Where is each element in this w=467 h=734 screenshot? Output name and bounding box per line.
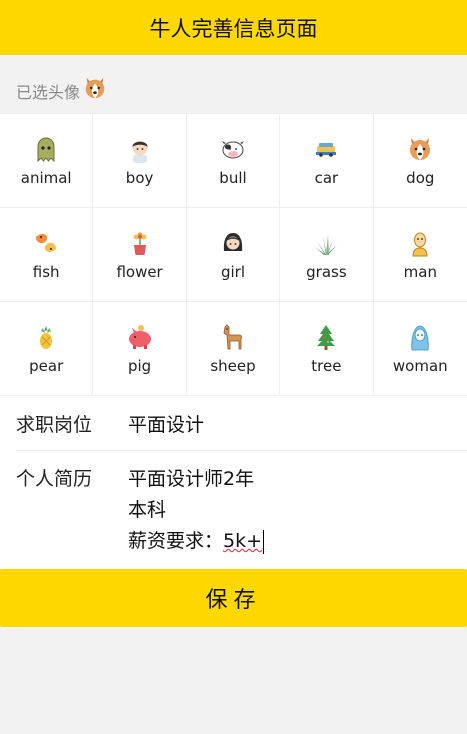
- girl-icon: [223, 232, 243, 251]
- resume-line: 薪资要求：5k+: [128, 529, 265, 554]
- selected-avatar-label: 已选头像: [16, 83, 81, 102]
- spellcheck-text: 5k+: [223, 530, 263, 552]
- avatar-option-dog[interactable]: dog: [373, 114, 467, 208]
- man-icon: [412, 232, 428, 256]
- llama-icon: [223, 323, 242, 349]
- ghost-icon: [37, 136, 55, 162]
- boy-icon: [132, 140, 148, 163]
- tree-icon: [317, 324, 336, 350]
- resume-row: 个人简历 平面设计师2年 本科 薪资要求：5k+: [16, 451, 467, 569]
- text-cursor: [263, 529, 265, 554]
- piggy-bank-icon: [128, 324, 151, 349]
- avatar-option-animal[interactable]: animal: [0, 114, 94, 208]
- avatar-option-grass[interactable]: grass: [280, 208, 374, 302]
- avatar-option-pear[interactable]: pear: [0, 302, 94, 396]
- avatar-option-woman[interactable]: woman: [373, 302, 467, 396]
- avatar-option-sheep[interactable]: sheep: [186, 302, 281, 396]
- selected-avatar-bar: 已选头像: [0, 55, 467, 113]
- avatar-option-bull[interactable]: bull: [186, 114, 281, 208]
- resume-label: 个人简历: [16, 468, 93, 490]
- avatar-option-tree[interactable]: tree: [280, 302, 374, 396]
- job-row: 求职岗位 平面设计: [16, 396, 467, 451]
- dog-icon: [85, 77, 105, 99]
- avatar-option-girl[interactable]: girl: [186, 208, 281, 302]
- cow-icon: [221, 140, 244, 158]
- avatar-option-car[interactable]: car: [280, 114, 374, 208]
- save-button[interactable]: 保存: [0, 569, 467, 627]
- resume-textarea[interactable]: 平面设计师2年 本科 薪资要求：5k+: [128, 464, 265, 569]
- pineapple-icon: [40, 325, 53, 349]
- profile-form: 求职岗位 平面设计 个人简历 平面设计师2年 本科 薪资要求：5k+: [0, 396, 467, 569]
- page-header: 牛人完善信息页面: [0, 0, 467, 55]
- resume-line: 本科: [128, 499, 167, 521]
- job-label: 求职岗位: [16, 413, 93, 436]
- woman-icon: [411, 325, 429, 350]
- dog-icon: [410, 137, 431, 160]
- avatar-option-pig[interactable]: pig: [93, 302, 187, 396]
- page-title: 牛人完善信息页面: [149, 16, 318, 41]
- avatar-option-flower[interactable]: flower: [93, 208, 187, 302]
- grass-icon: [315, 234, 338, 255]
- avatar-option-man[interactable]: man: [373, 208, 467, 302]
- avatar-option-fish[interactable]: fish: [0, 208, 94, 302]
- avatar-grid: animal boy bull car dog fish flower girl…: [0, 113, 467, 396]
- car-icon: [316, 142, 337, 157]
- avatar-option-boy[interactable]: boy: [93, 114, 187, 208]
- fish-icon: [36, 233, 57, 252]
- flower-icon: [133, 232, 147, 255]
- job-input[interactable]: 平面设计: [128, 410, 204, 437]
- resume-line: 平面设计师2年: [128, 468, 255, 490]
